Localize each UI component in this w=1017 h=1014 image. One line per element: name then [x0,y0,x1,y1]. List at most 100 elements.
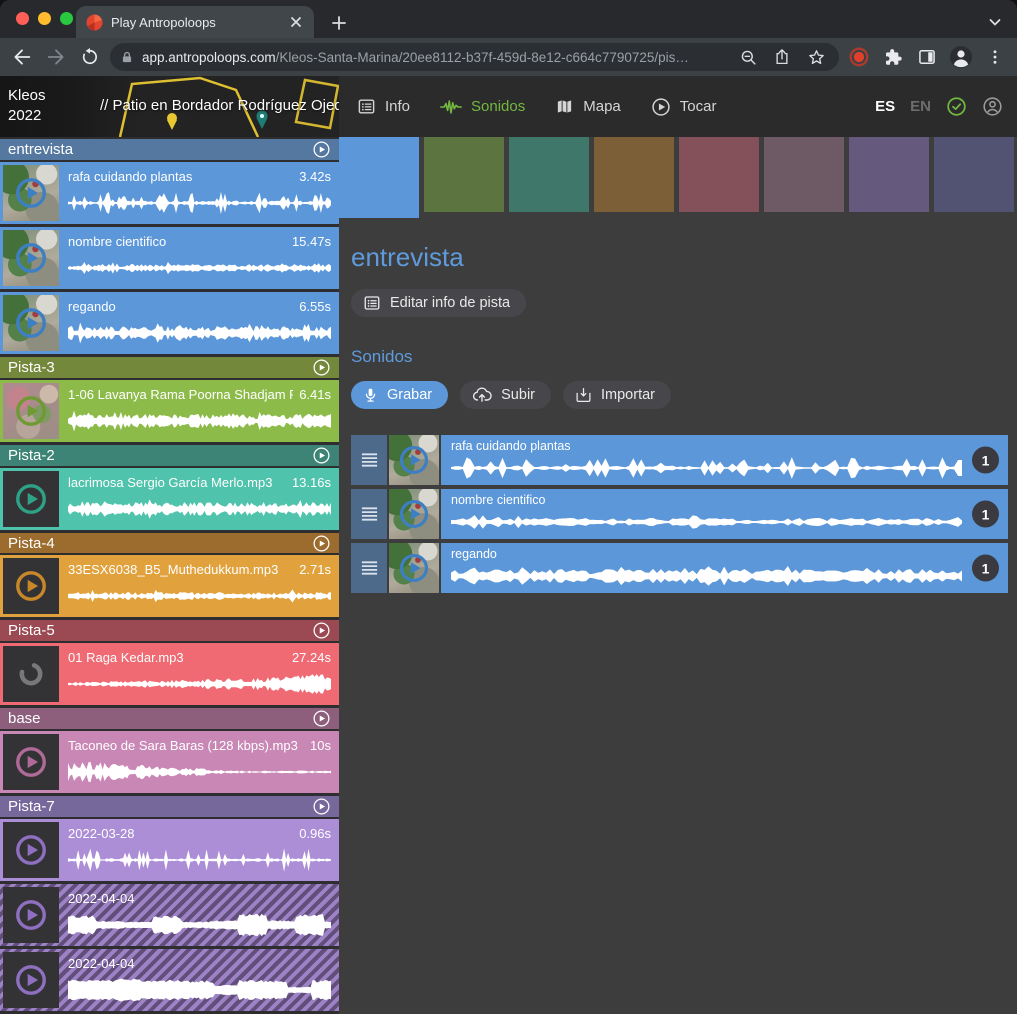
play-icon[interactable] [398,444,430,476]
import-button[interactable]: Importar [563,381,671,409]
track-color-tab-7[interactable] [849,137,929,212]
track-header-Pista-2[interactable]: Pista-2 [0,445,339,466]
lang-en-button[interactable]: EN [910,98,931,115]
sidebar-sound-item[interactable]: rafa cuidando plantas3.42s [0,162,339,224]
close-window-button[interactable] [16,12,29,25]
sound-row-body[interactable]: rafa cuidando plantas1 [441,435,1008,485]
sound-thumbnail[interactable] [3,558,59,614]
tab-search-chevron-icon[interactable] [983,10,1007,34]
play-icon[interactable] [14,963,48,997]
play-icon[interactable] [14,241,48,275]
extensions-puzzle-icon[interactable] [879,43,907,71]
track-header-Pista-7[interactable]: Pista-7 [0,796,339,817]
sidebar-sound-item[interactable]: 2022-04-04 [0,949,339,1011]
side-panel-icon[interactable] [913,43,941,71]
track-color-tab-1[interactable] [339,137,419,218]
sound-thumbnail[interactable] [3,383,59,439]
track-header-Pista-4[interactable]: Pista-4 [0,533,339,554]
sound-thumbnail[interactable] [3,646,59,702]
profile-avatar[interactable] [947,43,975,71]
track-color-tab-8[interactable] [934,137,1014,212]
track-play-icon[interactable] [312,140,331,159]
sound-thumbnail[interactable] [3,952,59,1008]
sound-thumbnail[interactable] [389,435,439,485]
sound-drag-handle[interactable] [351,543,387,593]
upload-button[interactable]: Subir [460,381,551,409]
sound-row-body[interactable]: regando1 [441,543,1008,593]
play-icon[interactable] [14,898,48,932]
track-header-Pista-3[interactable]: Pista-3 [0,357,339,378]
share-icon[interactable] [769,44,795,70]
sound-thumbnail[interactable] [3,471,59,527]
sound-thumbnail[interactable] [3,822,59,878]
play-icon[interactable] [398,498,430,530]
tab-mapa[interactable]: Mapa [555,97,621,116]
track-header-entrevista[interactable]: entrevista [0,139,339,160]
new-tab-button[interactable] [326,10,352,36]
sidebar-sound-item[interactable]: regando6.55s [0,292,339,354]
drag-handle-icon[interactable] [360,452,379,468]
track-color-tab-6[interactable] [764,137,844,212]
saved-check-icon[interactable] [946,96,967,117]
track-play-icon[interactable] [312,446,331,465]
play-icon[interactable] [14,306,48,340]
reload-button[interactable] [76,43,104,71]
track-play-icon[interactable] [312,621,331,640]
play-icon[interactable] [14,394,48,428]
track-color-tab-2[interactable] [424,137,504,212]
track-color-tab-4[interactable] [594,137,674,212]
fullscreen-window-button[interactable] [60,12,73,25]
track-header-base[interactable]: base [0,708,339,729]
app-logo[interactable]: Kleos 2022 [8,86,46,126]
play-icon[interactable] [14,833,48,867]
minimize-window-button[interactable] [38,12,51,25]
sidebar-sound-item[interactable]: nombre cientifico15.47s [0,227,339,289]
track-color-tab-5[interactable] [679,137,759,212]
tab-sonidos[interactable]: Sonidos [440,98,525,116]
recording-indicator-icon[interactable] [845,43,873,71]
drag-handle-icon[interactable] [360,506,379,522]
browser-menu-icon[interactable] [981,43,1009,71]
back-button[interactable] [8,43,36,71]
sound-drag-handle[interactable] [351,435,387,485]
sound-row-body[interactable]: nombre cientifico1 [441,489,1008,539]
play-icon[interactable] [14,482,48,516]
tab-tocar[interactable]: Tocar [651,97,717,117]
play-icon[interactable] [14,176,48,210]
sound-thumbnail[interactable] [3,295,59,351]
sidebar-sound-item[interactable]: Taconeo de Sara Baras (128 kbps).mp310s [0,731,339,793]
record-button[interactable]: Grabar [351,381,448,409]
track-play-icon[interactable] [312,797,331,816]
sound-thumbnail[interactable] [3,230,59,286]
track-map-thumbnail[interactable]: Kleos 2022 // Patio en Bordador Rodrígue… [0,76,339,137]
browser-tab[interactable]: Play Antropoloops [76,6,314,38]
sound-thumbnail[interactable] [389,489,439,539]
sidebar-sound-item[interactable]: lacrimosa Sergio García Merlo.mp313.16s [0,468,339,530]
play-icon[interactable] [398,552,430,584]
tab-close-icon[interactable] [288,14,304,30]
sound-thumbnail[interactable] [389,543,439,593]
drag-handle-icon[interactable] [360,560,379,576]
zoom-out-icon[interactable] [735,44,761,70]
bookmark-star-icon[interactable] [803,44,829,70]
edit-track-info-button[interactable]: Editar info de pista [351,289,526,317]
sound-drag-handle[interactable] [351,489,387,539]
tab-info[interactable]: Info [357,97,410,116]
track-color-tab-3[interactable] [509,137,589,212]
track-header-Pista-5[interactable]: Pista-5 [0,620,339,641]
play-icon[interactable] [14,569,48,603]
sidebar-sound-item[interactable]: 2022-04-04 [0,884,339,946]
play-icon[interactable] [14,745,48,779]
lang-es-button[interactable]: ES [875,98,895,115]
sound-thumbnail[interactable] [3,887,59,943]
track-play-icon[interactable] [312,358,331,377]
address-bar[interactable]: app.antropoloops.com/Kleos-Santa-Marina/… [110,43,839,71]
sidebar-sound-item[interactable]: 2022-03-280.96s [0,819,339,881]
sidebar-sound-item[interactable]: 01 Raga Kedar.mp327.24s [0,643,339,705]
sidebar-sound-item[interactable]: 1-06 Lavanya Rama Poorna Shadjam Rupak..… [0,380,339,442]
track-play-icon[interactable] [312,709,331,728]
sound-thumbnail[interactable] [3,734,59,790]
track-play-icon[interactable] [312,534,331,553]
sidebar-sound-item[interactable]: 33ESX6038_B5_Muthedukkum.mp32.71s [0,555,339,617]
forward-button[interactable] [42,43,70,71]
